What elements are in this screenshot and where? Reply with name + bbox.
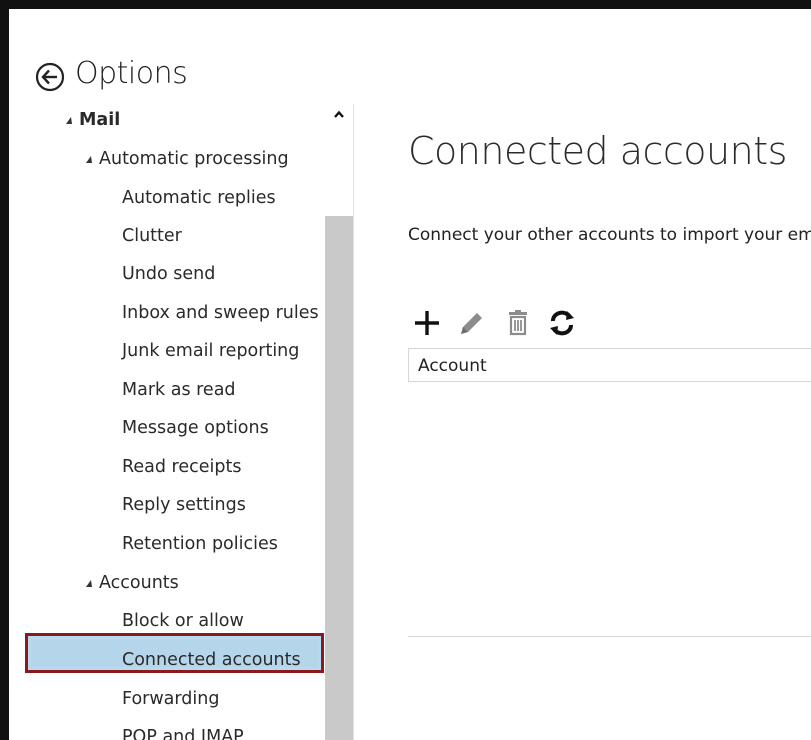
nav-item-label: POP and IMAP	[122, 727, 244, 740]
nav-item-connected-accounts[interactable]: Connected accounts	[122, 644, 301, 676]
trash-icon[interactable]	[503, 306, 535, 340]
nav-item-label: Inbox and sweep rules	[122, 303, 319, 323]
plus-icon[interactable]	[413, 306, 445, 340]
nav-item-inbox-sweep-rules[interactable]: Inbox and sweep rules	[122, 297, 319, 329]
back-arrow-icon[interactable]	[35, 62, 65, 92]
nav-item-mail[interactable]: Mail	[66, 104, 120, 136]
nav-item-junk-email-reporting[interactable]: Junk email reporting	[122, 335, 299, 367]
nav-item-clutter[interactable]: Clutter	[122, 220, 182, 252]
content-title: Connected accounts	[408, 129, 787, 173]
nav-item-undo-send[interactable]: Undo send	[122, 258, 215, 290]
accounts-table-header: Account	[408, 348, 811, 382]
content-description: Connect your other accounts to import yo…	[408, 225, 811, 245]
expanded-triangle-icon	[86, 156, 92, 163]
nav-item-label: Automatic processing	[99, 149, 289, 169]
expanded-triangle-icon	[86, 580, 92, 587]
nav-scrollbar[interactable]	[325, 104, 353, 740]
scroll-up-arrow-icon[interactable]	[325, 104, 353, 126]
nav-item-automatic-processing[interactable]: Automatic processing	[86, 143, 289, 175]
nav-item-block-or-allow[interactable]: Block or allow	[122, 605, 244, 637]
accounts-toolbar	[413, 306, 613, 340]
nav-item-pop-and-imap[interactable]: POP and IMAP	[122, 721, 244, 740]
nav-item-reply-settings[interactable]: Reply settings	[122, 489, 246, 521]
nav-item-label: Undo send	[122, 264, 216, 284]
app-window: Options Mail Automatic processing Automa…	[0, 0, 811, 740]
nav-item-label: Automatic replies	[122, 188, 276, 208]
nav-item-label: Clutter	[122, 226, 182, 246]
nav-item-label: Read receipts	[122, 457, 242, 477]
refresh-icon[interactable]	[547, 306, 579, 340]
nav-item-label: Retention policies	[122, 534, 278, 554]
scrollbar-track[interactable]	[325, 216, 353, 740]
nav-item-label: Connected accounts	[122, 650, 301, 670]
nav-item-automatic-replies[interactable]: Automatic replies	[122, 182, 276, 214]
pencil-icon[interactable]	[457, 306, 489, 340]
nav-item-label: Mail	[79, 110, 121, 130]
expanded-triangle-icon	[66, 117, 72, 124]
nav-item-label: Reply settings	[122, 495, 246, 515]
section-divider	[408, 636, 811, 637]
nav-item-label: Message options	[122, 418, 269, 438]
nav-item-label: Forwarding	[122, 689, 220, 709]
nav-item-label: Block or allow	[122, 611, 244, 631]
nav-item-label: Junk email reporting	[122, 341, 300, 361]
nav-item-read-receipts[interactable]: Read receipts	[122, 451, 241, 483]
nav-item-accounts[interactable]: Accounts	[86, 567, 179, 599]
nav-item-forwarding[interactable]: Forwarding	[122, 683, 219, 715]
nav-item-mark-as-read[interactable]: Mark as read	[122, 374, 236, 406]
nav-item-label: Mark as read	[122, 380, 236, 400]
nav-item-message-options[interactable]: Message options	[122, 412, 269, 444]
nav-item-label: Accounts	[99, 573, 179, 593]
pane-divider	[353, 104, 354, 740]
column-header-account[interactable]: Account	[418, 349, 487, 383]
page-title: Options	[75, 56, 188, 91]
nav-item-retention-policies[interactable]: Retention policies	[122, 528, 278, 560]
options-nav: Mail Automatic processing Automatic repl…	[18, 104, 353, 740]
